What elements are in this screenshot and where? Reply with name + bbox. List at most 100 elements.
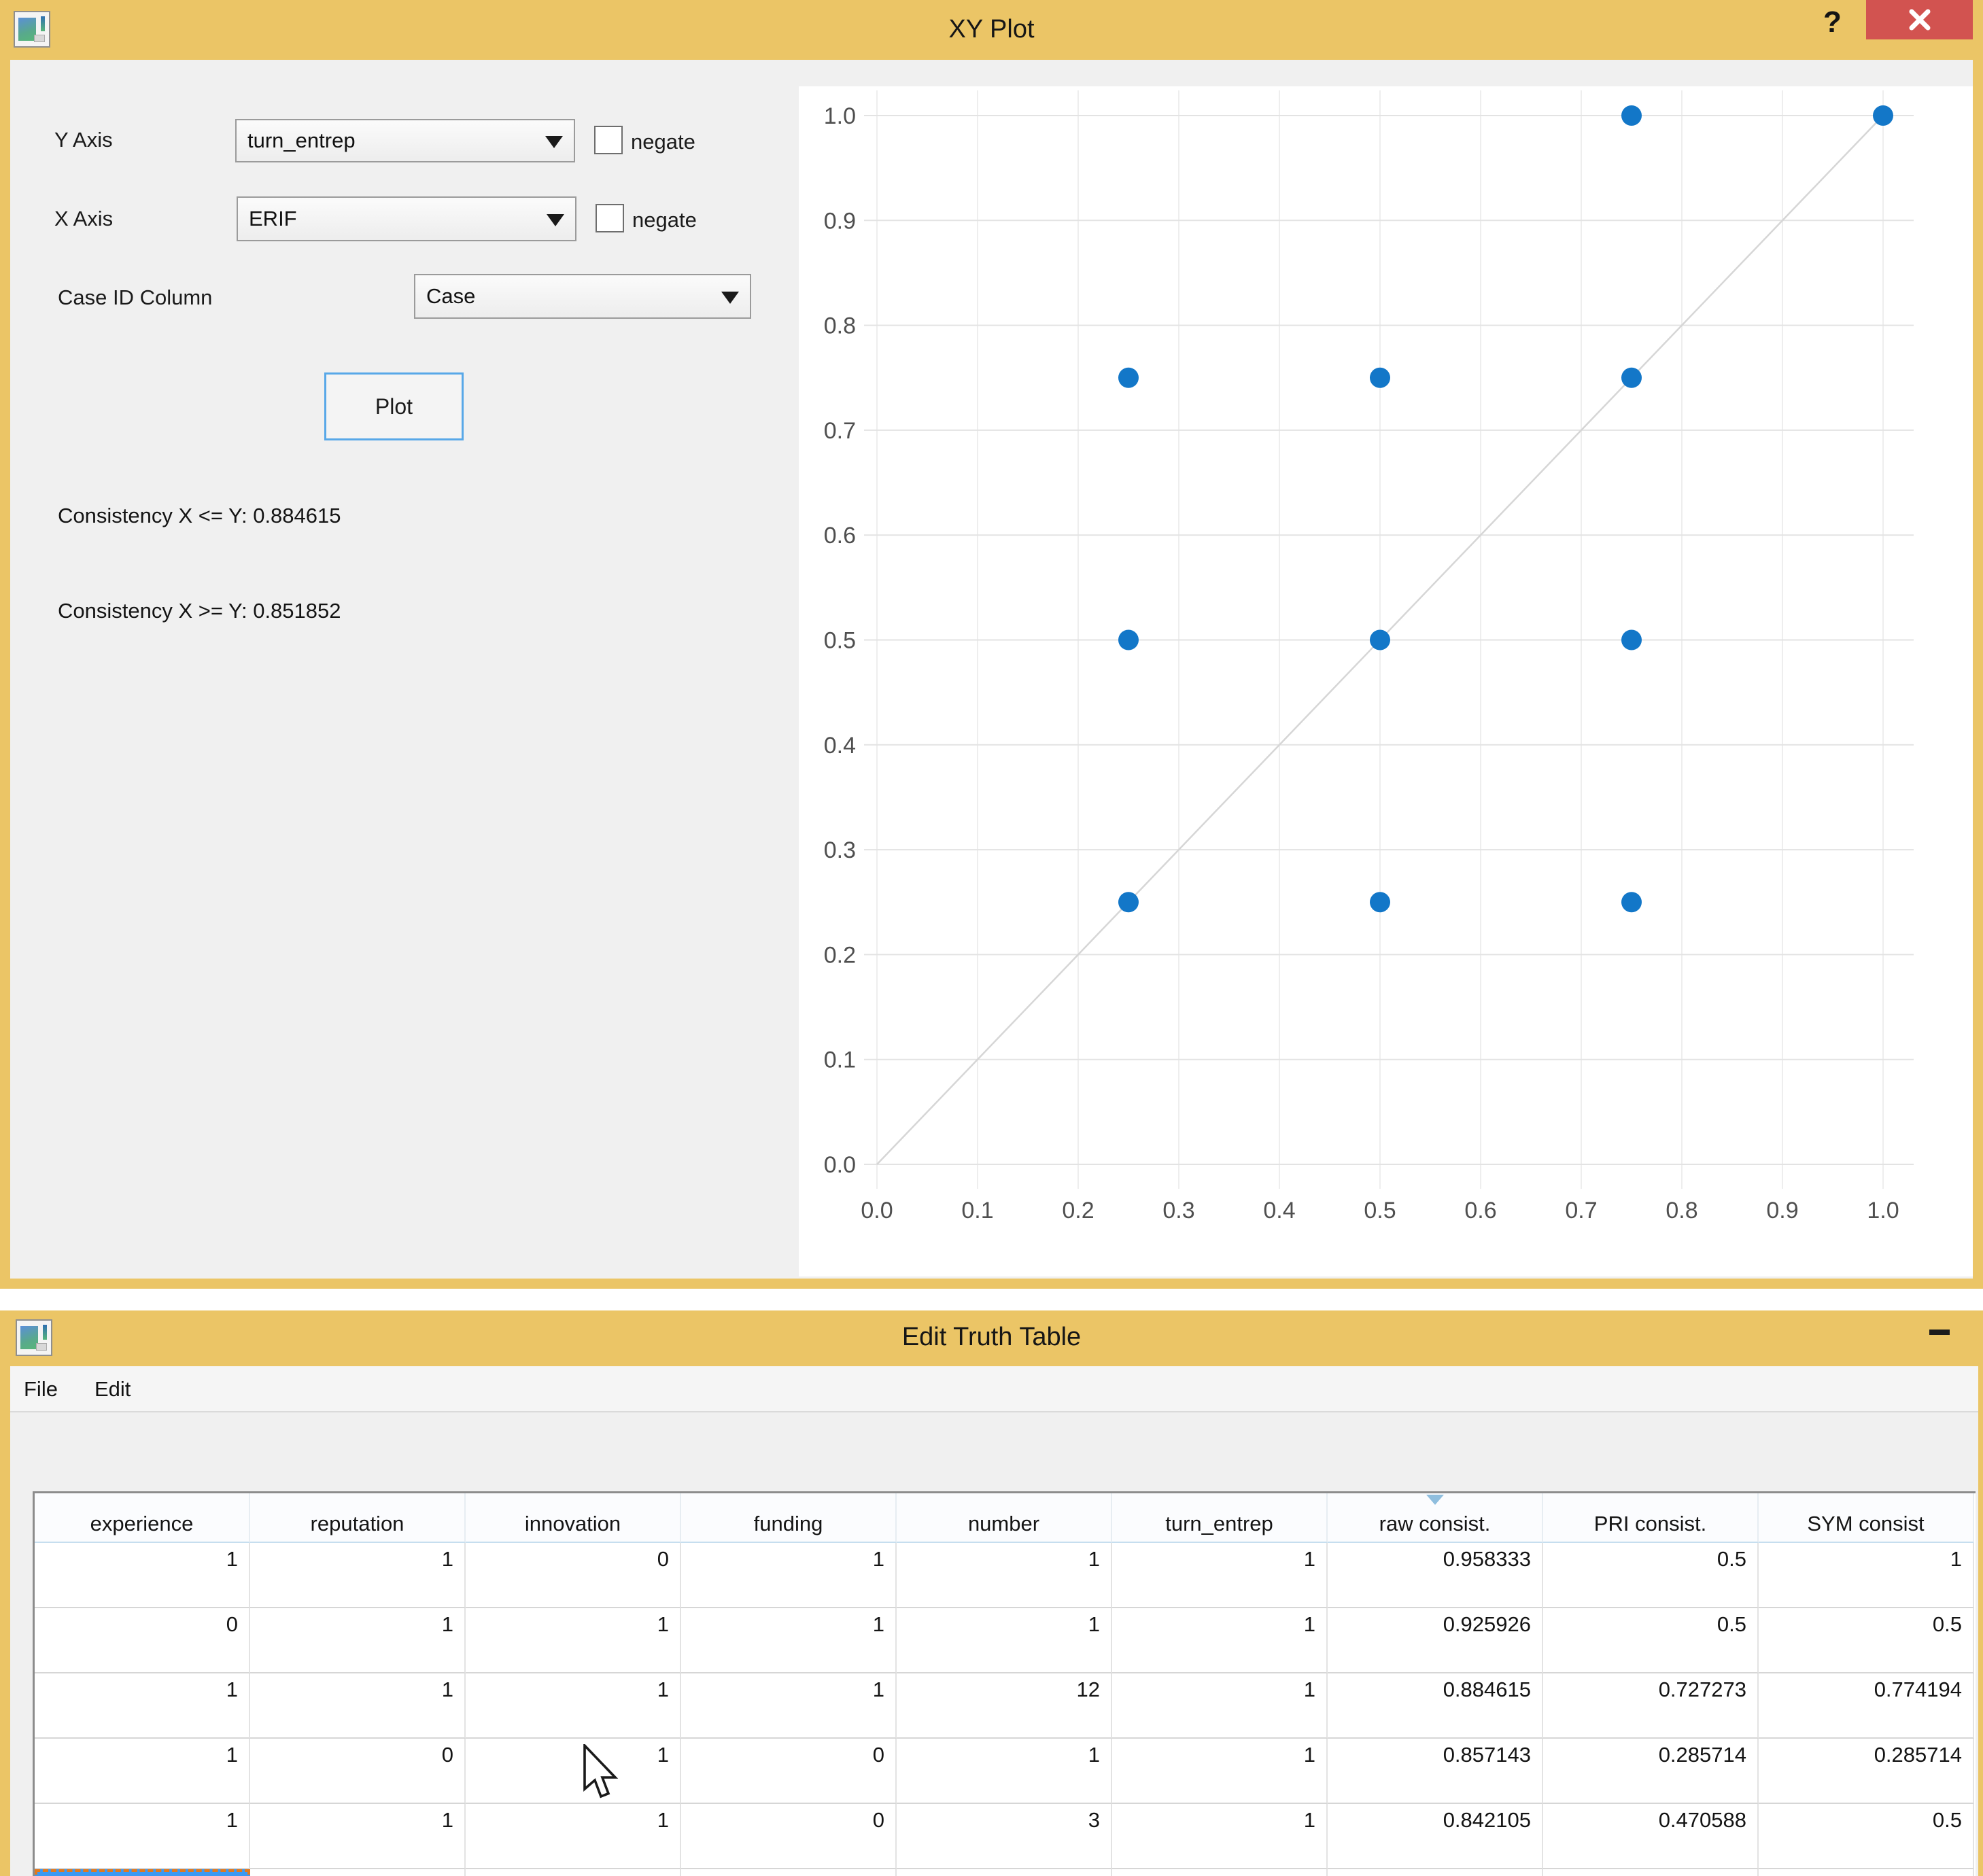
table-cell[interactable]: 0.5: [1759, 1608, 1974, 1673]
table-cell[interactable]: 0: [681, 1739, 897, 1804]
table-cell[interactable]: 0.470588: [1543, 1804, 1759, 1869]
svg-text:0.3: 0.3: [824, 837, 856, 863]
scatter-plot: 0.00.10.20.30.40.50.60.70.80.91.00.00.10…: [799, 86, 1973, 1276]
table-row: 0111110.9259260.50.5: [35, 1608, 1976, 1673]
svg-text:0.9: 0.9: [1766, 1198, 1798, 1223]
table-cell[interactable]: 0.857143: [1328, 1739, 1543, 1804]
table-cell[interactable]: 0.5: [1759, 1804, 1974, 1869]
table-cell[interactable]: 1: [1112, 1543, 1328, 1608]
table-cell[interactable]: 0: [250, 1739, 466, 1804]
table-cell[interactable]: 1: [35, 1673, 250, 1739]
y-axis-dropdown-value: turn_entrep: [247, 128, 356, 153]
svg-text:0.7: 0.7: [1565, 1198, 1597, 1223]
x-negate-checkbox[interactable]: [596, 204, 624, 232]
y-axis-dropdown[interactable]: turn_entrep: [235, 119, 575, 162]
table-cell[interactable]: 1: [1112, 1673, 1328, 1739]
column-header-innovation[interactable]: innovation: [466, 1493, 681, 1543]
y-axis-label: Y Axis: [54, 128, 113, 152]
table-cell[interactable]: 1: [250, 1673, 466, 1739]
svg-text:0.9: 0.9: [824, 208, 856, 234]
table-cell[interactable]: 1: [897, 1608, 1112, 1673]
table-cell[interactable]: 0: [466, 1543, 681, 1608]
xy-plot-content: Y Axis turn_entrep negate X Axis ERIF ne…: [10, 60, 1973, 1279]
table-cell[interactable]: 0.842105: [1328, 1804, 1543, 1869]
table-cell[interactable]: 1: [466, 1608, 681, 1673]
chevron-down-icon: [547, 214, 564, 226]
menu-file[interactable]: File: [14, 1366, 67, 1412]
svg-text:1.0: 1.0: [824, 103, 856, 129]
svg-text:0.8: 0.8: [824, 313, 856, 339]
column-header-reputation[interactable]: reputation: [250, 1493, 466, 1543]
truth-table-header-row: experiencereputationinnovationfundingnum…: [35, 1493, 1976, 1543]
column-header-experience[interactable]: experience: [35, 1493, 250, 1543]
table-cell[interactable]: 1: [1112, 1804, 1328, 1869]
close-button[interactable]: [1866, 0, 1973, 39]
table-row: 1101110.9583330.51: [35, 1543, 1976, 1608]
table-cell[interactable]: 0.958333: [1328, 1543, 1543, 1608]
svg-text:0.0: 0.0: [861, 1198, 893, 1223]
case-id-dropdown[interactable]: Case: [414, 274, 751, 319]
table-cell[interactable]: 1: [466, 1804, 681, 1869]
table-cell[interactable]: 0.8: [1328, 1869, 1543, 1876]
table-cell[interactable]: 0: [681, 1869, 897, 1876]
table-cell[interactable]: 1: [250, 1608, 466, 1673]
table-cell[interactable]: 0.925926: [1328, 1608, 1543, 1673]
svg-text:0.7: 0.7: [824, 418, 856, 444]
table-cell[interactable]: 0.5: [1543, 1608, 1759, 1673]
table-cell[interactable]: 0: [35, 1608, 250, 1673]
table-cell[interactable]: 2: [897, 1869, 1112, 1876]
minimize-button[interactable]: [1929, 1330, 1950, 1335]
table-cell[interactable]: 1: [897, 1739, 1112, 1804]
table-cell[interactable]: 1: [250, 1543, 466, 1608]
plot-button-label: Plot: [375, 394, 413, 419]
column-header-pri-consist-[interactable]: PRI consist.: [1543, 1493, 1759, 1543]
table-cell[interactable]: 0.285714: [1543, 1739, 1759, 1804]
y-negate-checkbox[interactable]: [594, 126, 623, 154]
x-negate-label: negate: [632, 208, 697, 232]
menu-edit[interactable]: Edit: [85, 1366, 140, 1412]
table-cell[interactable]: 1: [35, 1739, 250, 1804]
table-cell[interactable]: 0.727273: [1543, 1673, 1759, 1739]
column-header-funding[interactable]: funding: [681, 1493, 897, 1543]
table-cell[interactable]: 1: [35, 1804, 250, 1869]
table-cell[interactable]: 0.285714: [1759, 1739, 1974, 1804]
table-cell[interactable]: 1: [250, 1804, 466, 1869]
table-cell[interactable]: 1: [1112, 1608, 1328, 1673]
table-cell[interactable]: 1: [681, 1608, 897, 1673]
table-cell[interactable]: 1: [897, 1543, 1112, 1608]
table-cell[interactable]: 0.25: [1543, 1869, 1759, 1876]
svg-text:0.2: 0.2: [1062, 1198, 1094, 1223]
truth-table-titlebar[interactable]: Edit Truth Table: [0, 1310, 1983, 1366]
help-button[interactable]: ?: [1823, 5, 1842, 39]
table-cell[interactable]: 1: [466, 1739, 681, 1804]
table-cell[interactable]: 0.884615: [1328, 1673, 1543, 1739]
table-cell[interactable]: 0.774194: [1759, 1673, 1974, 1739]
table-cell[interactable]: 1: [1112, 1739, 1328, 1804]
column-header-raw-consist-[interactable]: raw consist.: [1328, 1493, 1543, 1543]
table-cell[interactable]: 1: [1759, 1543, 1974, 1608]
table-cell[interactable]: 0: [681, 1804, 897, 1869]
menu-bar: File Edit: [10, 1366, 1978, 1412]
column-header-sym-consist[interactable]: SYM consist: [1759, 1493, 1974, 1543]
window-title: XY Plot: [0, 15, 1983, 44]
xy-plot-titlebar[interactable]: XY Plot ?: [0, 0, 1983, 60]
case-id-dropdown-value: Case: [426, 284, 475, 309]
table-cell[interactable]: 0.5: [1543, 1543, 1759, 1608]
table-cell[interactable]: 1: [250, 1869, 466, 1876]
table-cell[interactable]: 1: [681, 1673, 897, 1739]
table-cell-selected[interactable]: 0: [35, 1869, 250, 1876]
column-header-turn-entrep[interactable]: turn_entrep: [1112, 1493, 1328, 1543]
svg-text:0.6: 0.6: [824, 523, 856, 549]
table-cell[interactable]: 0.25: [1759, 1869, 1974, 1876]
table-cell[interactable]: 1: [681, 1543, 897, 1608]
plot-button[interactable]: Plot: [324, 372, 464, 440]
table-cell[interactable]: 1: [35, 1543, 250, 1608]
table-cell[interactable]: 1: [1112, 1869, 1328, 1876]
x-axis-dropdown[interactable]: ERIF: [237, 196, 576, 241]
table-cell[interactable]: 1: [466, 1869, 681, 1876]
svg-text:0.0: 0.0: [824, 1152, 856, 1178]
table-cell[interactable]: 3: [897, 1804, 1112, 1869]
column-header-number[interactable]: number: [897, 1493, 1112, 1543]
table-cell[interactable]: 1: [466, 1673, 681, 1739]
table-cell[interactable]: 12: [897, 1673, 1112, 1739]
